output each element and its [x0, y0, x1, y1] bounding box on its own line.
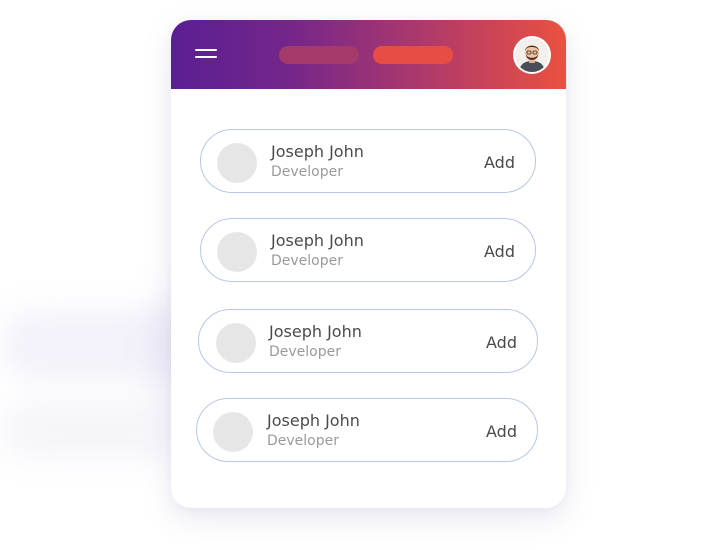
contact-role: Developer: [267, 433, 340, 449]
contact-role: Developer: [269, 344, 342, 360]
contacts-card: Joseph John Developer Add Joseph John De…: [171, 20, 566, 508]
user-avatar[interactable]: [515, 38, 549, 72]
list-item[interactable]: Joseph John Developer Add: [200, 129, 536, 193]
contact-name: Joseph John: [269, 322, 362, 341]
contact-name: Joseph John: [267, 411, 360, 430]
list-item[interactable]: Joseph John Developer Add: [200, 218, 536, 282]
list-item[interactable]: Joseph John Developer Add: [196, 398, 538, 462]
contact-avatar: [213, 412, 253, 452]
nav-pill-secondary[interactable]: [373, 46, 453, 64]
add-button[interactable]: Add: [486, 333, 517, 352]
add-button[interactable]: Add: [486, 422, 517, 441]
add-button[interactable]: Add: [484, 153, 515, 172]
contact-name: Joseph John: [271, 231, 364, 250]
list-item[interactable]: Joseph John Developer Add: [198, 309, 538, 373]
contact-role: Developer: [271, 253, 344, 269]
app-header: [171, 20, 566, 89]
contact-name: Joseph John: [271, 142, 364, 161]
contact-avatar: [217, 143, 257, 183]
user-avatar-icon: [515, 38, 549, 72]
contact-avatar: [217, 232, 257, 272]
hamburger-menu-icon[interactable]: [195, 47, 217, 63]
contact-avatar: [216, 323, 256, 363]
nav-pill-primary[interactable]: [279, 46, 359, 64]
add-button[interactable]: Add: [484, 242, 515, 261]
contact-role: Developer: [271, 164, 344, 180]
